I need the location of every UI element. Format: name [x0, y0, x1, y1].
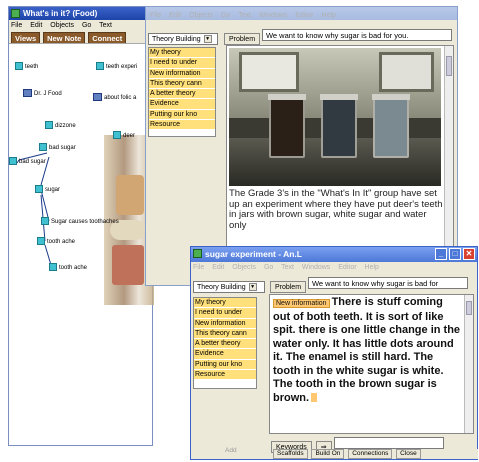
menu-go[interactable]: Go [82, 22, 91, 29]
front-note-window: sugar experiment - An.L _ □ ✕ File Edit … [190, 246, 478, 460]
node-sugar-causes-toothaches[interactable]: Sugar causes toothaches [41, 217, 119, 227]
scaffold-new-information[interactable]: New information [194, 318, 256, 329]
build-on-tab[interactable]: Build On [311, 449, 345, 459]
maximize-icon[interactable]: □ [449, 248, 461, 260]
problem-field[interactable]: We want to know why sugar is bad for [307, 277, 468, 289]
menu-windows[interactable]: Windows [302, 264, 330, 271]
scaffold-evidence[interactable]: Evidence [149, 99, 215, 110]
menu-objects[interactable]: Objects [232, 264, 256, 271]
node-tooth-ache-2[interactable]: tooth ache [49, 263, 87, 273]
node-about-folic[interactable]: about folic a [93, 93, 136, 103]
scaffold-my-theory[interactable]: My theory [194, 298, 256, 309]
problem-field[interactable]: We want to know why sugar is bad for you… [261, 29, 452, 41]
menu-objects[interactable]: Objects [50, 22, 74, 29]
scaffold-select[interactable]: Theory Building ▼ [193, 281, 265, 293]
front-window-menubar: File Edit Objects Go Text Windows Editor… [191, 262, 477, 273]
node-dr-j-food[interactable]: Dr. J Food [23, 89, 62, 99]
experiment-photo [229, 48, 441, 186]
menu-edit[interactable]: Edit [212, 264, 224, 271]
node-dizzone[interactable]: dizzone [45, 121, 76, 131]
scaffold-new-information[interactable]: New information [149, 68, 215, 79]
back-window-toolbar: Views New Note Connect [9, 31, 152, 44]
minimize-icon[interactable]: _ [435, 248, 447, 260]
middle-note-window: File Edit Objects Go Text Windows Editor… [145, 6, 458, 286]
back-window: What's in it? (Food) File Edit Objects G… [8, 6, 154, 446]
scaffold-putting-knowledge[interactable]: Putting our kno [149, 109, 215, 121]
scaffold-better-theory[interactable]: A better theory [194, 339, 256, 350]
connect-button[interactable]: Connect [88, 32, 127, 43]
problem-button[interactable]: Problem [269, 281, 307, 293]
scaffold-my-theory[interactable]: My theory [149, 48, 215, 59]
front-scrollbar[interactable] [464, 295, 473, 433]
close-icon[interactable]: ✕ [463, 248, 475, 260]
menu-text[interactable]: Text [238, 12, 251, 19]
view-canvas[interactable]: teeth teeth experi Dr. J Food about foli… [9, 45, 154, 445]
tag-end-icon [311, 393, 318, 403]
new-note-button[interactable]: New Note [43, 32, 86, 43]
menu-objects[interactable]: Objects [189, 12, 213, 19]
middle-window-menubar: File Edit Objects Go Text Windows Editor… [148, 10, 342, 21]
menu-help[interactable]: Help [365, 264, 379, 271]
node-tooth-ache-1[interactable]: tooth ache [37, 237, 75, 247]
front-window-titlebar[interactable]: sugar experiment - An.L _ □ ✕ [191, 247, 477, 262]
front-status-bar: Scaffolds Build On Connections Close [273, 449, 478, 459]
back-window-title: What's in it? (Food) [23, 9, 98, 18]
scaffold-resource[interactable]: Resource [194, 370, 256, 381]
menu-edit[interactable]: Edit [30, 22, 42, 29]
menu-go[interactable]: Go [264, 264, 273, 271]
node-teeth-experiment[interactable]: teeth experi [96, 62, 137, 72]
middle-note-text: The Grade 3's in the "What's In It" grou… [229, 188, 443, 231]
node-teeth[interactable]: teeth [15, 62, 38, 72]
menu-help[interactable]: Help [322, 12, 336, 19]
middle-problem-row: Theory Building ▼ Problem We want to know… [148, 29, 452, 45]
chevron-down-icon: ▼ [248, 283, 257, 292]
menu-editor[interactable]: Editor [338, 264, 356, 271]
views-button[interactable]: Views [11, 32, 41, 43]
app-icon [193, 249, 202, 258]
menu-go[interactable]: Go [221, 12, 230, 19]
scaffold-better-theory[interactable]: A better theory [149, 89, 215, 100]
scaffold-select[interactable]: Theory Building ▼ [148, 33, 218, 45]
new-information-tag: New information [273, 299, 330, 308]
scaffold-theory-cannot[interactable]: This theory cann [149, 78, 215, 90]
scaffold-putting-knowledge[interactable]: Putting our kno [194, 359, 256, 371]
front-window-title: sugar experiment - An.L [205, 249, 302, 259]
scaffold-evidence[interactable]: Evidence [194, 349, 256, 360]
scaffolds-tab[interactable]: Scaffolds [273, 449, 308, 459]
node-sugar[interactable]: sugar [35, 185, 60, 195]
link-lines [16, 152, 52, 266]
menu-text[interactable]: Text [99, 22, 112, 29]
add-label[interactable]: Add [225, 447, 237, 454]
scaffold-list: My theory I need to under New informatio… [148, 47, 216, 137]
back-window-titlebar[interactable]: What's in it? (Food) [9, 7, 152, 20]
menu-file[interactable]: File [11, 22, 22, 29]
scaffold-resource[interactable]: Resource [149, 120, 215, 131]
problem-button[interactable]: Problem [223, 33, 261, 45]
menu-file[interactable]: File [150, 12, 161, 19]
front-note-text: New information There is stuff coming out… [273, 296, 461, 404]
node-deer[interactable]: deer [113, 131, 135, 141]
back-window-menubar: File Edit Objects Go Text [9, 20, 152, 31]
app-icon [11, 9, 20, 18]
menu-editor[interactable]: Editor [295, 12, 313, 19]
node-bad-sugar-1[interactable]: bad sugar [39, 143, 76, 153]
close-tab[interactable]: Close [396, 449, 421, 459]
front-problem-row: Theory Building ▼ Problem We want to know… [193, 277, 468, 293]
scaffold-list: My theory I need to under New informatio… [193, 297, 257, 389]
menu-file[interactable]: File [193, 264, 204, 271]
front-note-content[interactable]: New information There is stuff coming out… [269, 294, 474, 434]
node-bad-sugar-2[interactable]: bad sugar [9, 157, 46, 167]
scaffold-need-to-understand[interactable]: I need to under [194, 308, 256, 319]
menu-text[interactable]: Text [281, 264, 294, 271]
chevron-down-icon: ▼ [203, 35, 212, 44]
scaffold-theory-cannot[interactable]: This theory cann [194, 328, 256, 340]
menu-windows[interactable]: Windows [259, 12, 287, 19]
keywords-field[interactable] [333, 437, 444, 449]
menu-edit[interactable]: Edit [169, 12, 181, 19]
scaffold-need-to-understand[interactable]: I need to under [149, 58, 215, 69]
connections-tab[interactable]: Connections [348, 449, 393, 459]
